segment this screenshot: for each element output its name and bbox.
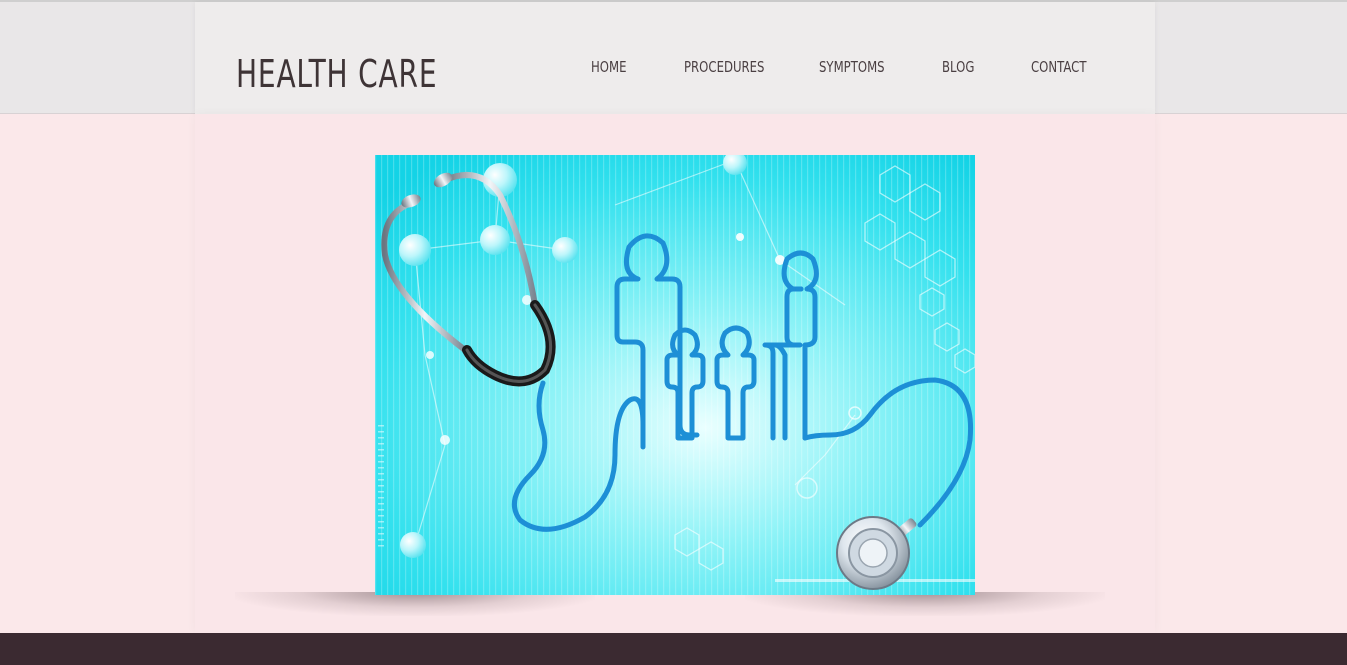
hero-shadow-right bbox=[745, 592, 1105, 616]
site-header bbox=[0, 0, 1347, 114]
hero-shadow-left bbox=[235, 592, 595, 616]
nav-symptoms[interactable]: SYMPTOMS bbox=[819, 58, 885, 76]
nav-home[interactable]: HOME bbox=[591, 58, 627, 76]
site-footer bbox=[0, 633, 1347, 665]
nav-contact[interactable]: CONTACT bbox=[1031, 58, 1086, 76]
nav-procedures[interactable]: PROCEDURES bbox=[684, 58, 764, 76]
site-logo[interactable]: HEALTH CARE bbox=[236, 52, 437, 96]
hero-image bbox=[375, 155, 975, 595]
stethoscope-family-icon bbox=[375, 155, 975, 595]
nav-blog[interactable]: BLOG bbox=[942, 58, 974, 76]
